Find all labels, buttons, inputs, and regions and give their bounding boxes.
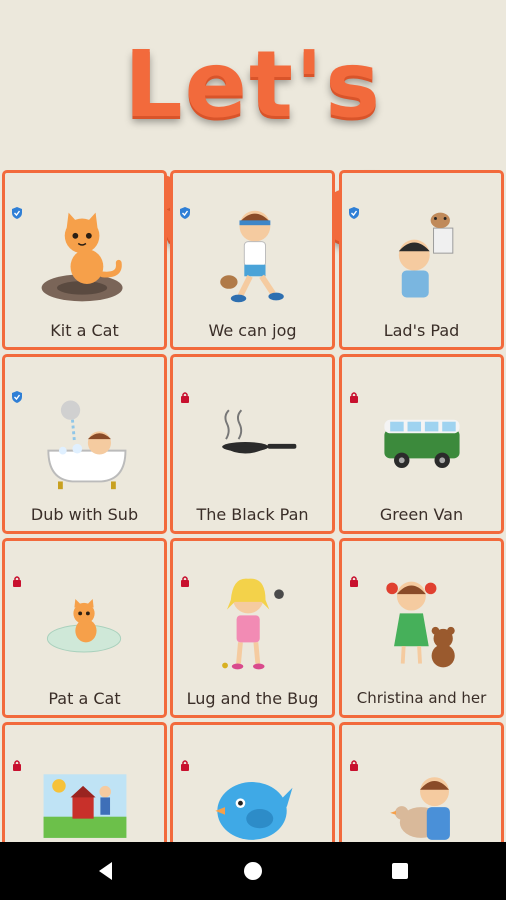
book-card-farm[interactable]: [2, 722, 167, 842]
system-navigation-bar: [0, 842, 506, 900]
book-title: Dub with Sub: [30, 505, 139, 524]
farm-icon: [43, 774, 127, 838]
book-title: Green Van: [379, 505, 464, 524]
boy-running-icon: [220, 210, 284, 303]
book-card-bird[interactable]: [170, 722, 335, 842]
home-icon[interactable]: [241, 859, 265, 883]
book-grid: Kit a Cat We can jog Lad's Pad Dub with …: [0, 168, 506, 842]
book-card-dub-with-sub[interactable]: Dub with Sub: [2, 354, 167, 534]
book-card-boy-with-hen[interactable]: [339, 722, 504, 842]
bathtub-icon: [47, 400, 127, 490]
book-title: Pat a Cat: [48, 689, 121, 708]
recents-icon[interactable]: [388, 859, 412, 883]
cat-on-rug-icon: [46, 598, 122, 653]
van-icon: [384, 419, 460, 468]
boy-with-hen-icon: [390, 777, 450, 840]
cat-icon: [41, 212, 123, 302]
boy-with-dog-icon: [398, 212, 454, 298]
book-card-lads-pad[interactable]: Lad's Pad: [339, 170, 504, 350]
book-title: Lug and the Bug: [186, 689, 319, 708]
back-icon[interactable]: [94, 859, 118, 883]
book-card-kit-a-cat[interactable]: Kit a Cat: [2, 170, 167, 350]
book-title: Lad's Pad: [383, 321, 460, 340]
book-title: The Black Pan: [196, 505, 309, 524]
book-card-the-black-pan[interactable]: The Black Pan: [170, 354, 335, 534]
girl-with-bug-icon: [222, 578, 284, 670]
book-card-we-can-jog[interactable]: We can jog: [170, 170, 335, 350]
book-card-pat-a-cat[interactable]: Pat a Cat: [2, 538, 167, 718]
book-title: Christina and her: [356, 689, 487, 707]
book-card-lug-and-the-bug[interactable]: Lug and the Bug: [170, 538, 335, 718]
book-card-green-van[interactable]: Green Van: [339, 354, 504, 534]
book-card-christina-and-her[interactable]: Christina and her: [339, 538, 504, 718]
frying-pan-icon: [222, 409, 297, 454]
book-title: We can jog: [208, 321, 297, 340]
bird-icon: [215, 782, 293, 840]
app-title: Let's Read: [118, 31, 385, 263]
girl-with-teddy-icon: [386, 581, 455, 668]
book-title: Kit a Cat: [50, 321, 119, 340]
